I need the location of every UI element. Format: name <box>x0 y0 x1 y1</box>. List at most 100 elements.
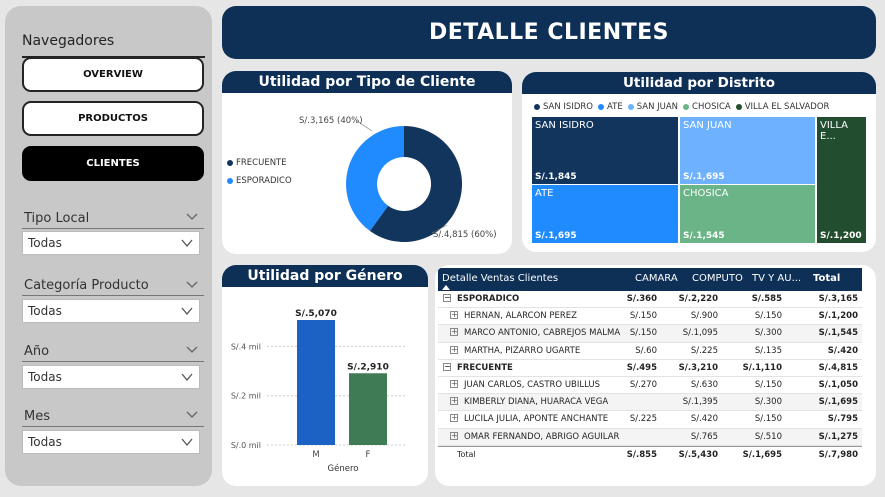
cell-camara: S/.225 <box>629 414 657 425</box>
treemap-tile-san-juan[interactable]: SAN JUAN S/.1,695 <box>680 117 815 184</box>
treemap-card: Utilidad por Distrito SAN ISIDRO ATE SAN… <box>522 72 876 252</box>
row-label: OMAR FERNANDO, ABRIGO AGUILAR <box>464 431 620 442</box>
table-row[interactable]: + KIMBERLY DIANA, HUARACA VEGA S/.1,395 S/.… <box>438 394 862 412</box>
overview-button[interactable]: OVERVIEW <box>22 57 204 92</box>
filter-anio-label: Año <box>24 344 50 359</box>
tile-value: S/.1,200 <box>820 231 862 241</box>
treemap-tile-villa-el-salvador[interactable]: VILLA E... S/.1,200 <box>817 117 866 243</box>
table-row[interactable]: + LUCILA JULIA, APONTE ANCHANTE S/.225 S/.4… <box>438 411 862 429</box>
cell-tv: S/.585 <box>751 294 782 304</box>
filter-categoria-select[interactable]: Todas <box>22 299 200 323</box>
treemap-tile-chosica[interactable]: CHOSICA S/.1,545 <box>680 185 815 243</box>
filter-anio-value: Todas <box>28 370 62 384</box>
expand-icon[interactable]: + <box>450 431 458 440</box>
table-row[interactable]: + MARTHA, PIZARRO UGARTE S/.60 S/.225 S/.135… <box>438 343 862 360</box>
legend-label: CHOSICA <box>692 102 731 112</box>
table-total-row: Total S/.855 S/.5,430 S/.1,695 S/.7,980 <box>438 445 862 466</box>
collapse-icon[interactable]: − <box>443 362 451 371</box>
table-row[interactable]: + HERNAN, ALARCON PEREZ S/.150 S/.900 S/.150… <box>438 308 862 326</box>
cell-computo: S/.2,220 <box>678 294 718 304</box>
cell-computo: S/.1,095 <box>682 328 718 339</box>
filter-divider <box>22 295 204 296</box>
cell-total: S/.1,545 <box>818 328 858 339</box>
sidebar-panel: Navegadores OVERVIEW PRODUCTOS CLIENTES … <box>5 6 212 486</box>
legend-item-san-isidro[interactable]: SAN ISIDRO <box>534 102 593 112</box>
expand-icon[interactable]: + <box>450 345 458 354</box>
filter-mes-value: Todas <box>28 435 62 449</box>
filter-tipo-local-select[interactable]: Todas <box>22 231 200 255</box>
x-tick-label: M <box>312 450 319 460</box>
legend-item-san-juan[interactable]: SAN JUAN <box>627 102 678 112</box>
chevron-down-icon <box>181 307 193 316</box>
chevron-down-icon <box>181 239 193 248</box>
cell-computo: S/.420 <box>690 414 718 425</box>
cell-total: S/.795 <box>827 414 858 425</box>
collapse-icon[interactable]: − <box>443 294 451 302</box>
legend-item-ate[interactable]: ATE <box>597 102 623 112</box>
tile-label: SAN JUAN <box>683 120 732 131</box>
filter-anio-select[interactable]: Todas <box>22 365 200 389</box>
clientes-button[interactable]: CLIENTES <box>22 146 204 181</box>
treemap-tile-ate[interactable]: ATE S/.1,695 <box>532 185 678 243</box>
cell-tv: S/.300 <box>754 397 782 408</box>
cell-tv: S/.135 <box>754 345 782 356</box>
cell-total: S/.420 <box>827 345 858 356</box>
col-header-camara[interactable]: CAMARA <box>635 273 678 284</box>
legend-label: SAN ISIDRO <box>543 102 593 112</box>
filter-mes-select[interactable]: Todas <box>22 430 200 454</box>
cell-camara: S/.270 <box>629 379 657 390</box>
legend-item-chosica[interactable]: CHOSICA <box>683 102 731 112</box>
chevron-down-icon[interactable] <box>186 210 198 222</box>
expand-icon[interactable]: + <box>450 311 458 320</box>
productos-button[interactable]: PRODUCTOS <box>22 101 204 136</box>
row-label: LUCILA JULIA, APONTE ANCHANTE <box>464 414 609 425</box>
cell-computo: S/.1,395 <box>682 397 718 408</box>
cell-camara: S/.150 <box>629 328 657 339</box>
table-row[interactable]: + OMAR FERNANDO, ABRIGO AGUILAR S/.765 S/.5… <box>438 428 862 446</box>
bar-m[interactable] <box>297 320 335 445</box>
legend-item-villa-el-salvador[interactable]: VILLA EL SALVADOR <box>735 102 829 112</box>
chevron-down-icon <box>181 438 193 447</box>
cell-camara: S/.60 <box>635 345 657 356</box>
cell-tv: S/.1,110 <box>742 362 782 373</box>
chevron-down-icon[interactable] <box>186 408 198 420</box>
gender-card: Utilidad por Género S/.0 mil S/.2 mil S/.4… <box>222 265 428 486</box>
x-tick-label: F <box>366 450 371 460</box>
cell-computo: S/.225 <box>690 345 718 356</box>
bar-f[interactable] <box>349 373 387 445</box>
treemap-legend: SAN ISIDRO ATE SAN JUAN CHOSICA VILLA EL… <box>534 102 829 112</box>
legend-dot <box>683 104 690 110</box>
tile-label: VILLA E... <box>820 120 849 142</box>
expand-icon[interactable]: + <box>450 328 458 337</box>
bar-data-label: S/.5,070 <box>295 309 337 319</box>
chevron-down-icon[interactable] <box>186 278 198 290</box>
expand-icon[interactable]: + <box>450 414 458 423</box>
cell-computo: S/.900 <box>690 311 718 322</box>
expand-icon[interactable]: + <box>450 397 458 406</box>
filter-tipo-local-value: Todas <box>28 236 62 250</box>
table-body: − ESPORADICO S/.360 S/.2,220 S/.585 S/.3,165 +… <box>438 291 862 446</box>
expand-icon[interactable]: + <box>450 379 458 388</box>
table-row[interactable]: + MARCO ANTONIO, CABREJOS MALMA S/.150 S/.1… <box>438 325 862 343</box>
x-axis-title: Género <box>328 463 359 474</box>
row-label: MARTHA, PIZARRO UGARTE <box>464 345 581 356</box>
filter-divider <box>22 426 204 427</box>
table-group-row[interactable]: − ESPORADICO S/.360 S/.2,220 S/.585 S/.3,165 <box>438 291 862 309</box>
table-row[interactable]: + JUAN CARLOS, CASTRO UBILLUS S/.270 S/.630… <box>438 377 862 395</box>
y-tick-label: S/.0 mil <box>231 441 261 450</box>
treemap-tile-san-isidro[interactable]: SAN ISIDRO S/.1,845 <box>532 117 678 184</box>
sales-table: Detalle Ventas Clientes CAMARA COMPUTO T… <box>438 268 862 466</box>
col-header-tv[interactable]: TV Y AU... <box>752 273 801 284</box>
cell-computo: S/.630 <box>690 379 718 390</box>
table-group-row[interactable]: − FRECUENTE S/.495 S/.3,210 S/.1,110 S/.4,815 <box>438 360 862 377</box>
cell-total: S/.1,695 <box>818 397 858 408</box>
filter-categoria-value: Todas <box>28 304 62 318</box>
col-header-computo[interactable]: COMPUTO <box>692 273 743 284</box>
row-label: ESPORADICO <box>457 294 520 304</box>
row-label: JUAN CARLOS, CASTRO UBILLUS <box>464 379 601 390</box>
chevron-down-icon[interactable] <box>186 343 198 355</box>
col-header-detalle[interactable]: Detalle Ventas Clientes <box>442 273 558 284</box>
y-tick-label: S/.2 mil <box>231 392 261 401</box>
col-header-total[interactable]: Total <box>813 273 840 284</box>
total-tv: S/.1,695 <box>742 449 782 460</box>
